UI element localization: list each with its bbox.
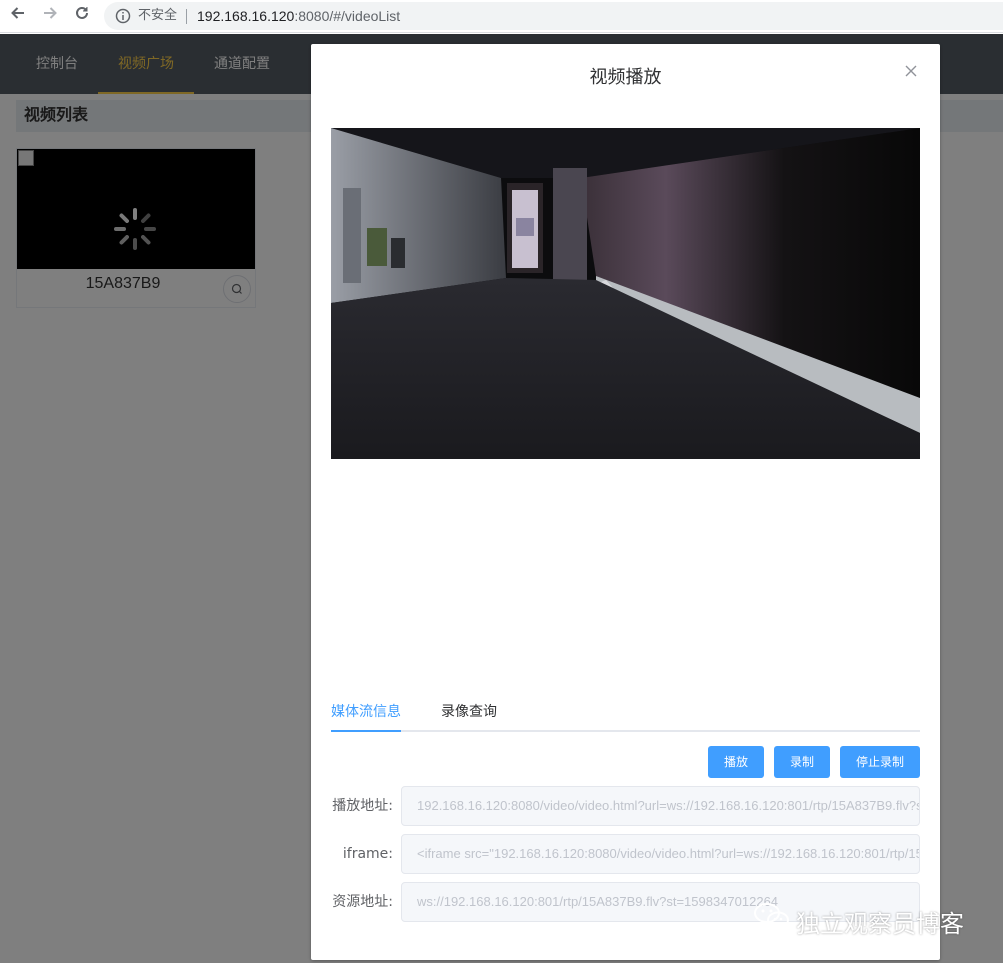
play-url-field[interactable]: 192.168.16.120:8080/video/video.html?url… — [401, 786, 920, 826]
back-arrow-icon[interactable] — [5, 4, 31, 28]
url-text: 192.168.16.120:8080/#/videoList — [197, 7, 400, 25]
watermark: 独立观察员博客 — [752, 900, 964, 938]
play-button[interactable]: 播放 — [708, 746, 764, 778]
resource-url-label: 资源地址: — [332, 894, 393, 910]
iframe-field[interactable]: <iframe src="192.168.16.120:8080/video/v… — [401, 834, 920, 874]
record-button[interactable]: 录制 — [774, 746, 830, 778]
watermark-text: 独立观察员博客 — [796, 910, 964, 938]
insecure-label: 不安全 — [138, 8, 178, 23]
corridor-video-frame — [331, 128, 920, 459]
browser-toolbar: 不安全 192.168.16.120:8080/#/videoList — [0, 0, 1003, 33]
video-play-dialog: 视频播放 媒体流信息 录像查询 播放 录制 停止录制 播放地址: 192.168… — [311, 44, 940, 960]
video-player[interactable] — [331, 128, 920, 459]
tab-stream-info[interactable]: 媒体流信息 — [331, 700, 401, 730]
dialog-title: 视频播放 — [589, 67, 662, 88]
info-icon[interactable] — [115, 8, 131, 24]
stop-record-button[interactable]: 停止录制 — [840, 746, 920, 778]
address-divider — [186, 9, 187, 24]
url-path: :8080/#/videoList — [294, 8, 401, 24]
iframe-label: iframe: — [342, 846, 393, 862]
wechat-icon — [754, 903, 789, 929]
forward-arrow-icon[interactable] — [37, 4, 63, 28]
tab-record-query[interactable]: 录像查询 — [441, 700, 497, 730]
address-bar[interactable]: 不安全 192.168.16.120:8080/#/videoList — [104, 2, 1003, 30]
play-url-label: 播放地址: — [332, 798, 393, 814]
active-tab-indicator — [331, 730, 401, 732]
reload-icon[interactable] — [69, 4, 95, 28]
url-host: 192.168.16.120 — [197, 8, 295, 24]
dialog-tabs: 媒体流信息 录像查询 — [331, 700, 920, 732]
close-icon[interactable] — [901, 63, 921, 83]
